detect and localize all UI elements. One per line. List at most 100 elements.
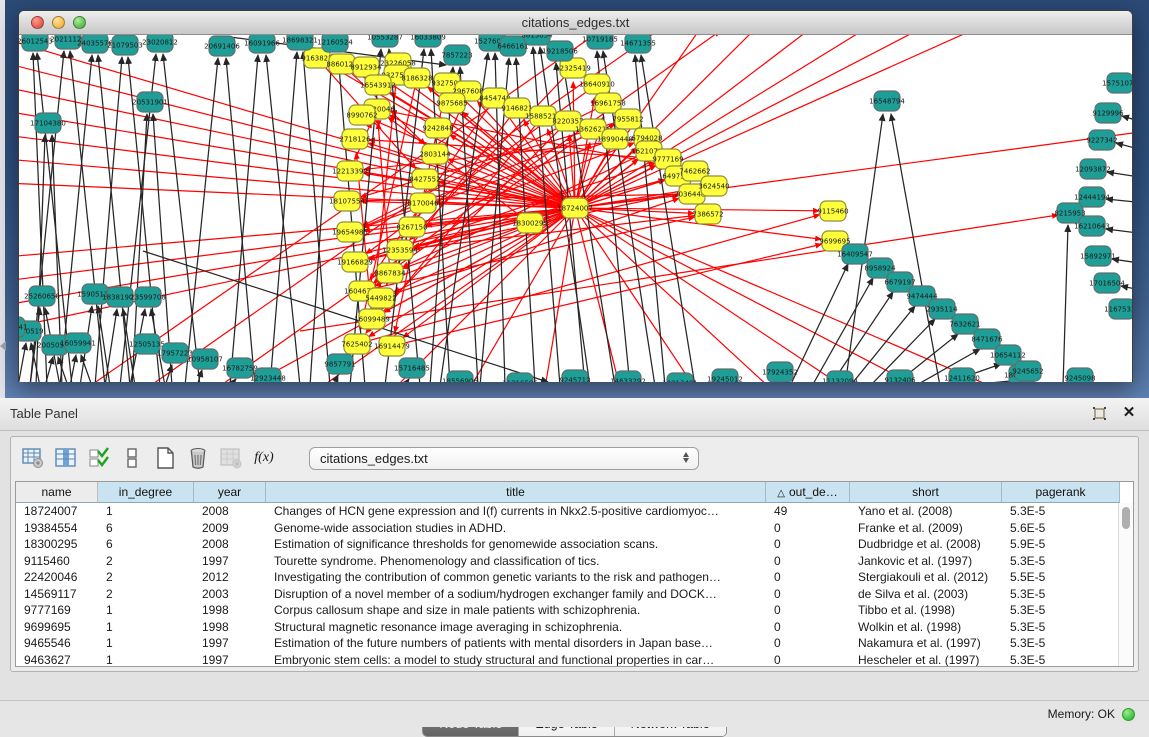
network-table-select[interactable]: citations_edges.txt bbox=[309, 447, 699, 470]
close-panel-icon[interactable]: ✕ bbox=[1121, 405, 1137, 421]
graph-node[interactable]: 17924352 bbox=[762, 362, 798, 382]
table-settings-icon[interactable] bbox=[19, 444, 47, 472]
citation-edge-black[interactable] bbox=[404, 379, 409, 382]
graph-node[interactable]: 9245098 bbox=[1064, 368, 1095, 382]
table-row[interactable]: 911546021997Tourette syndrome. Phenomeno… bbox=[16, 553, 1133, 570]
graph-node[interactable]: 7625402 bbox=[341, 334, 372, 354]
table-row[interactable]: 946554611997Estimation of the future num… bbox=[16, 635, 1133, 652]
graph-node[interactable]: 14633292 bbox=[610, 371, 646, 382]
graph-node[interactable]: 16543912 bbox=[360, 75, 396, 95]
graph-node[interactable]: 17104380 bbox=[30, 113, 66, 133]
graph-node[interactable]: 15751074 bbox=[1102, 73, 1132, 93]
import-table-icon[interactable] bbox=[217, 444, 245, 472]
citation-edge-black[interactable] bbox=[310, 54, 332, 382]
citation-edge-black[interactable] bbox=[226, 58, 255, 382]
citation-edge-black[interactable] bbox=[303, 52, 330, 382]
graph-node[interactable]: 11132094 bbox=[822, 371, 858, 382]
side-panel-divider[interactable] bbox=[0, 0, 5, 398]
graph-node[interactable]: 15716485 bbox=[394, 358, 430, 378]
column-header-in-degree[interactable]: in_degree bbox=[98, 482, 194, 503]
table-row[interactable]: 1830029562008Estimation of significance … bbox=[16, 536, 1133, 553]
graph-node[interactable]: 3624540 bbox=[698, 176, 729, 196]
graph-node[interactable]: 23599708 bbox=[130, 287, 166, 307]
graph-node[interactable]: 11316586 bbox=[502, 373, 538, 382]
graph-node[interactable]: 10553287 bbox=[367, 35, 403, 47]
graph-node[interactable]: 25260650 bbox=[24, 286, 60, 306]
citation-edge-red[interactable] bbox=[403, 208, 575, 338]
citation-edge-red[interactable] bbox=[19, 63, 575, 208]
graph-node[interactable]: 10958107 bbox=[187, 349, 223, 369]
graph-node[interactable]: 12213399 bbox=[332, 161, 368, 181]
delete-table-icon[interactable] bbox=[184, 444, 212, 472]
table-row[interactable]: 977716911998Corpus callosum shape and si… bbox=[16, 602, 1133, 619]
graph-node[interactable]: 19245012 bbox=[707, 369, 743, 382]
new-table-icon[interactable] bbox=[151, 444, 179, 472]
graph-node[interactable]: 21079503 bbox=[107, 35, 143, 55]
column-header-year[interactable]: year bbox=[194, 482, 266, 503]
graph-node[interactable]: 20691406 bbox=[204, 36, 240, 56]
graph-node[interactable]: 2718126 bbox=[339, 129, 371, 149]
table-row[interactable]: 2242004622012Investigating the contribut… bbox=[16, 569, 1133, 586]
graph-node[interactable]: 18990448 bbox=[597, 129, 633, 149]
graph-node[interactable]: 16033809 bbox=[410, 35, 446, 47]
graph-node[interactable]: 5449822 bbox=[365, 288, 396, 308]
citation-edge-black[interactable] bbox=[19, 343, 26, 382]
citation-edge-black[interactable] bbox=[95, 57, 122, 382]
graph-node[interactable]: 19166829 bbox=[337, 252, 373, 272]
graph-node[interactable]: 12160524 bbox=[317, 35, 353, 52]
graph-node[interactable]: 7955812 bbox=[612, 109, 643, 129]
graph-node[interactable]: 8170046 bbox=[407, 193, 439, 213]
citation-edge-black[interactable] bbox=[230, 55, 258, 382]
citation-edge-black[interactable] bbox=[185, 58, 218, 382]
graph-node[interactable]: 16059941 bbox=[60, 333, 96, 353]
table-row[interactable]: 946362711997Embryonic stem cells: a mode… bbox=[16, 652, 1133, 668]
graph-node[interactable]: 16099489 bbox=[354, 309, 390, 329]
graph-node[interactable]: 7857223 bbox=[441, 45, 472, 65]
graph-node[interactable]: 16091966 bbox=[244, 35, 280, 53]
show-column-icon[interactable] bbox=[52, 444, 80, 472]
graph-node[interactable]: 16914479 bbox=[374, 336, 410, 356]
graph-node[interactable]: 2803144 bbox=[419, 144, 451, 164]
graph-node[interactable]: 12411620 bbox=[944, 368, 980, 382]
graph-node[interactable]: 18640910 bbox=[579, 74, 615, 94]
table-row[interactable]: 1872400712008Changes of HCN gene express… bbox=[16, 503, 1133, 520]
graph-node[interactable]: 10719185 bbox=[582, 35, 618, 49]
citation-edge-black[interactable] bbox=[270, 52, 297, 382]
graph-node[interactable]: 26012543 bbox=[19, 35, 53, 51]
column-header-short[interactable]: short bbox=[850, 482, 1002, 503]
collapse-panel-arrow-icon[interactable] bbox=[0, 341, 6, 351]
graph-node[interactable]: 19654985 bbox=[332, 222, 368, 242]
graph-node[interactable]: 9875685 bbox=[436, 93, 467, 113]
citation-edge-black[interactable] bbox=[1106, 199, 1132, 203]
graph-node[interactable]: 8990762 bbox=[346, 105, 377, 125]
table-scrollbar-thumb[interactable] bbox=[1122, 507, 1130, 529]
graph-node[interactable]: 14671355 bbox=[620, 35, 656, 53]
row-options-icon[interactable] bbox=[118, 444, 146, 472]
graph-node[interactable]: 9242848 bbox=[422, 118, 453, 138]
graph-node[interactable]: 12093872 bbox=[1075, 159, 1111, 179]
citation-edge-black[interactable] bbox=[338, 54, 365, 382]
graph-node[interactable]: 8912934 bbox=[350, 57, 382, 77]
citation-edge-black[interactable] bbox=[1063, 225, 1068, 382]
graph-node[interactable]: 18724007 bbox=[557, 198, 593, 218]
graph-node[interactable]: 12444194 bbox=[1074, 187, 1110, 207]
column-visibility-icon[interactable] bbox=[85, 444, 113, 472]
graph-node[interactable]: 16548794 bbox=[869, 91, 905, 111]
graph-node[interactable]: 9129996 bbox=[1092, 103, 1124, 123]
graph-node[interactable]: 11675339 bbox=[1104, 299, 1132, 319]
graph-node[interactable]: 9857791 bbox=[324, 354, 355, 374]
graph-node[interactable]: 23020812 bbox=[142, 35, 178, 52]
window-titlebar[interactable]: citations_edges.txt bbox=[19, 11, 1132, 35]
column-header-pagerank[interactable]: pagerank bbox=[1002, 482, 1120, 503]
graph-node[interactable]: 9227342 bbox=[1086, 130, 1117, 150]
graph-node[interactable]: 20531901 bbox=[132, 92, 168, 112]
table-row[interactable]: 969969511998Structural magnetic resonanc… bbox=[16, 619, 1133, 636]
graph-node[interactable]: 9115460 bbox=[817, 201, 848, 221]
graph-node[interactable]: 16210643 bbox=[1074, 216, 1110, 236]
graph-node[interactable]: 7386572 bbox=[692, 204, 723, 224]
citation-edge-red[interactable] bbox=[19, 208, 575, 281]
table-row[interactable]: 1456911722003Disruption of a novel membe… bbox=[16, 586, 1133, 603]
citation-edge-black[interactable] bbox=[790, 264, 848, 382]
graph-node[interactable]: 8867834 bbox=[374, 263, 406, 283]
graph-node[interactable]: 8186328 bbox=[401, 68, 432, 88]
